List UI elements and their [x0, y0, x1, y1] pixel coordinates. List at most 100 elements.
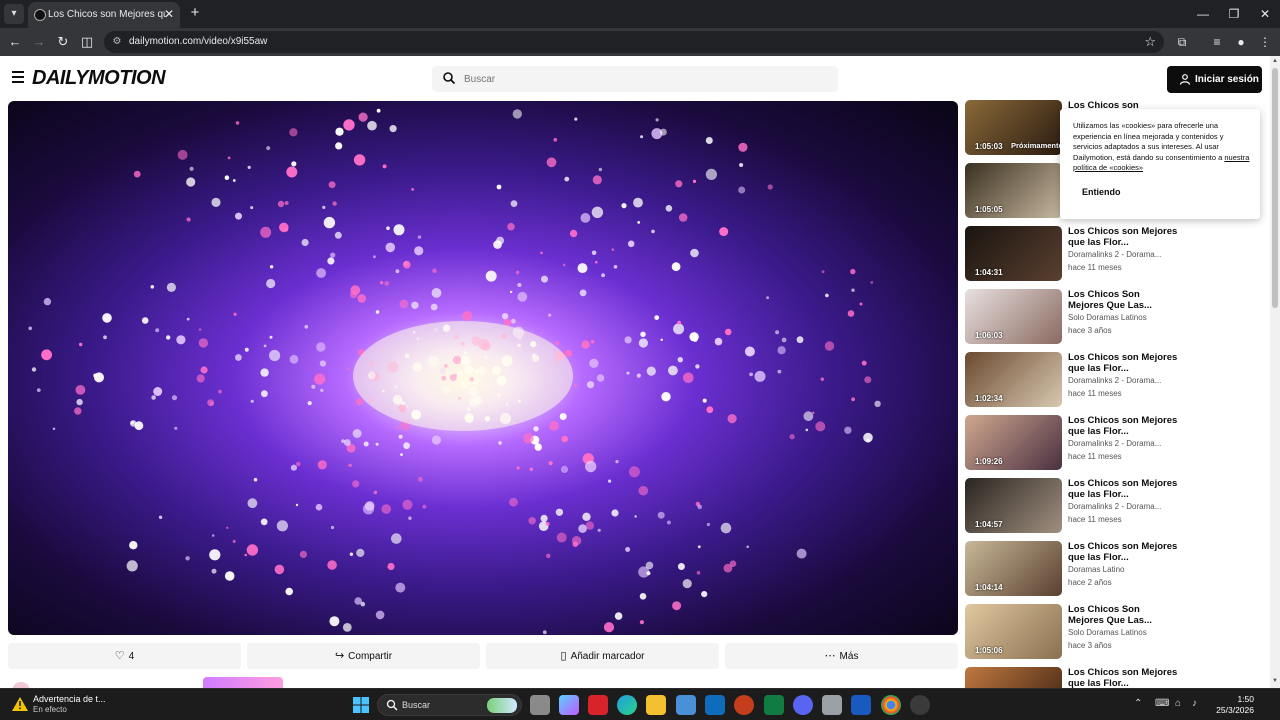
outlook-icon[interactable] — [705, 695, 725, 715]
tab-close-icon[interactable]: ✕ — [162, 7, 176, 21]
edge-icon[interactable] — [617, 695, 637, 715]
video-duration: 1:05:03 — [975, 142, 1003, 151]
extensions-icon[interactable]: ⧉ — [1173, 33, 1191, 51]
taskbar-search[interactable]: Buscar — [377, 694, 522, 716]
keyboard-icon[interactable]: ⌨ — [1155, 698, 1169, 709]
windows-start-icon[interactable] — [351, 695, 371, 715]
video-channel[interactable]: Doramalinks 2 - Dorama... — [1068, 376, 1178, 385]
browser-menu-icon[interactable]: ⋮ — [1256, 33, 1274, 51]
word-icon[interactable] — [851, 695, 871, 715]
video-channel[interactable]: Solo Doramas Latinos — [1068, 628, 1178, 637]
close-window-button[interactable]: ✕ — [1250, 4, 1280, 24]
video-channel[interactable]: Doramalinks 2 - Dorama... — [1068, 250, 1178, 259]
profile-icon[interactable]: ● — [1232, 33, 1250, 51]
scroll-up-icon[interactable]: ▲ — [1271, 58, 1279, 66]
clock[interactable]: 1:50 25/3/2026 — [1210, 694, 1254, 716]
video-channel[interactable]: Doramalinks 2 - Dorama... — [1068, 502, 1178, 511]
video-channel[interactable]: Doramalinks 2 - Dorama... — [1068, 439, 1178, 448]
address-bar[interactable]: ⚙ dailymotion.com/video/x9i55aw ☆ — [104, 31, 1164, 53]
video-thumbnail[interactable]: 1:02:34 — [965, 352, 1062, 407]
like-button[interactable]: ♡ 4 — [8, 643, 241, 669]
video-title[interactable]: Los Chicos son Mejores que las Flor... — [1068, 415, 1178, 437]
browser-tab-bar: ▾ Los Chicos son Mejores que las Flores … — [0, 0, 1280, 28]
video-title[interactable]: Los Chicos son Mejores que las Flor... — [1068, 226, 1178, 248]
signin-button[interactable]: Iniciar sesión — [1167, 66, 1262, 93]
split-view-icon[interactable]: ◫ — [78, 33, 96, 51]
store-icon[interactable] — [676, 695, 696, 715]
follow-button[interactable] — [203, 677, 283, 688]
maximize-button[interactable]: ❐ — [1219, 4, 1249, 24]
cookie-text: Utilizamos las «cookies» para ofrecerle … — [1073, 121, 1250, 172]
more-button[interactable]: ⋯ Más — [725, 643, 958, 669]
video-thumbnail[interactable]: 1:09:26 — [965, 415, 1062, 470]
reading-list-icon[interactable]: ≡ — [1208, 33, 1226, 51]
video-title[interactable]: Los Chicos son Mejores que las Flor... — [1068, 541, 1178, 563]
copilot-icon[interactable] — [559, 695, 579, 715]
recommended-video[interactable]: 1:04:57 Los Chicos son Mejores que las Fl… — [965, 478, 1265, 534]
task-view-icon[interactable] — [530, 695, 550, 715]
video-title[interactable]: Los Chicos son Mejores que las Flor... — [1068, 352, 1178, 374]
minimize-button[interactable]: — — [1188, 4, 1218, 24]
discord-icon[interactable] — [793, 695, 813, 715]
reload-button[interactable]: ↻ — [54, 33, 72, 51]
recommended-video[interactable]: 1:02:34 Los Chicos son Mejores que las Fl… — [965, 352, 1265, 408]
back-button[interactable]: ← — [6, 33, 24, 51]
video-age: hace 11 meses — [1068, 515, 1122, 524]
github-desktop-icon[interactable] — [910, 695, 930, 715]
video-channel[interactable]: Doramas Latino — [1068, 565, 1178, 574]
video-thumbnail[interactable]: 1:04:14 — [965, 541, 1062, 596]
powerpoint-icon[interactable] — [734, 695, 754, 715]
video-title[interactable]: Los Chicos son Mejores que las Flor... — [1068, 667, 1178, 688]
video-thumbnail[interactable] — [965, 667, 1062, 688]
scrollbar-thumb[interactable] — [1272, 68, 1278, 308]
chrome-icon[interactable] — [881, 695, 901, 715]
flash-app-icon[interactable] — [588, 695, 608, 715]
dailymotion-logo[interactable]: DAILYMOTION — [32, 67, 166, 90]
snipping-tool-icon[interactable] — [822, 695, 842, 715]
video-thumbnail[interactable]: 1:05:03 Próximamente — [965, 100, 1062, 155]
site-info-icon[interactable]: ⚙ — [110, 35, 124, 49]
video-thumbnail[interactable]: 1:04:57 — [965, 478, 1062, 533]
recommended-video[interactable]: 1:05:06 Los Chicos Son Mejores Que Las...… — [965, 604, 1265, 660]
video-thumbnail[interactable]: 1:06:03 — [965, 289, 1062, 344]
clock-date: 25/3/2026 — [1216, 705, 1254, 715]
video-title[interactable]: Los Chicos son Mejores que las Flor... — [1068, 478, 1178, 500]
video-thumbnail[interactable]: 1:05:06 — [965, 604, 1062, 659]
browser-tab-active[interactable]: Los Chicos son Mejores que las Flores ✕ — [28, 2, 180, 28]
scroll-down-icon[interactable]: ▼ — [1271, 678, 1279, 686]
tab-search-button[interactable]: ▾ — [4, 4, 24, 24]
new-tab-button[interactable]: + — [186, 4, 204, 22]
excel-icon[interactable] — [764, 695, 784, 715]
recommended-video[interactable]: 1:04:31 Los Chicos son Mejores que las Fl… — [965, 226, 1265, 282]
share-button[interactable]: ↪ Compartir — [247, 643, 480, 669]
video-thumbnail[interactable]: 1:05:05 — [965, 163, 1062, 218]
video-player[interactable] — [8, 101, 958, 635]
search-input[interactable] — [464, 70, 824, 88]
recommended-video[interactable]: 1:06:03 Los Chicos Son Mejores Que Las...… — [965, 289, 1265, 345]
video-title[interactable]: Los Chicos Son Mejores Que Las... — [1068, 604, 1178, 626]
video-channel[interactable]: Solo Doramas Latinos — [1068, 313, 1178, 322]
bookmark-star-icon[interactable]: ☆ — [1144, 34, 1156, 50]
video-duration: 1:09:26 — [975, 457, 1003, 466]
menu-icon[interactable] — [12, 71, 24, 83]
video-title[interactable]: Los Chicos Son Mejores Que Las... — [1068, 289, 1178, 311]
video-thumbnail[interactable]: 1:04:31 — [965, 226, 1062, 281]
video-age: hace 2 años — [1068, 578, 1112, 587]
network-icon[interactable]: ⌂ — [1175, 698, 1181, 709]
warning-icon[interactable] — [12, 697, 28, 711]
volume-icon[interactable]: ♪ — [1192, 698, 1197, 709]
page-scrollbar[interactable]: ▲ ▼ — [1270, 56, 1280, 688]
search-highlight-image — [487, 698, 517, 713]
search-bar[interactable] — [432, 66, 838, 92]
recommended-video[interactable]: 1:04:14 Los Chicos son Mejores que las Fl… — [965, 541, 1265, 597]
video-duration: 1:05:06 — [975, 646, 1003, 655]
forward-button[interactable]: → — [30, 33, 48, 51]
bookmark-button[interactable]: ▯ Añadir marcador — [486, 643, 719, 669]
file-explorer-icon[interactable] — [646, 695, 666, 715]
cookie-accept-button[interactable]: Entiendo — [1082, 187, 1121, 197]
tray-overflow-icon[interactable]: ⌃ — [1134, 698, 1142, 709]
share-label: Compartir — [348, 651, 393, 662]
recommended-video[interactable]: 1:09:26 Los Chicos son Mejores que las Fl… — [965, 415, 1265, 471]
recommended-video[interactable]: Los Chicos son Mejores que las Flor... — [965, 667, 1265, 688]
taskbar-search-label: Buscar — [402, 700, 431, 710]
